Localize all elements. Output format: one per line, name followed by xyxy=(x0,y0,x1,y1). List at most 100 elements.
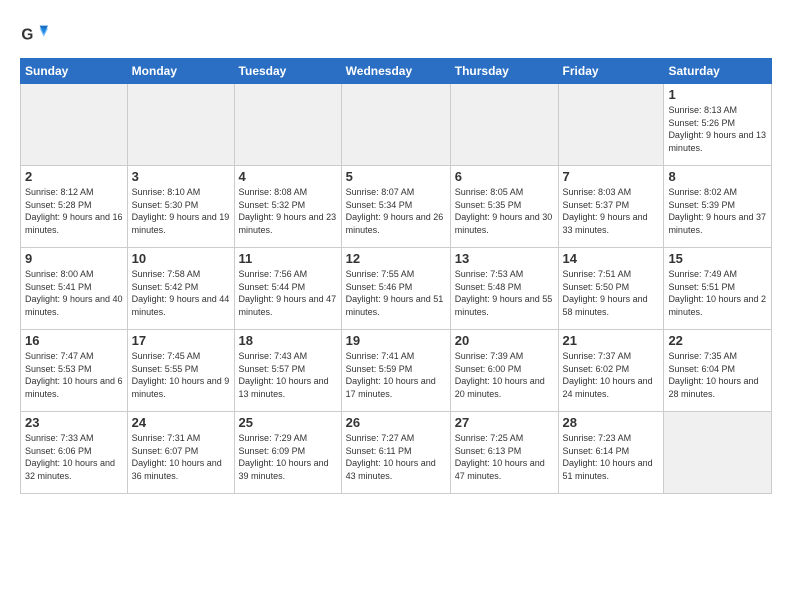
day-number: 22 xyxy=(668,333,767,348)
logo: G xyxy=(20,20,50,48)
day-info: Sunrise: 8:03 AM Sunset: 5:37 PM Dayligh… xyxy=(563,186,660,236)
day-info: Sunrise: 7:55 AM Sunset: 5:46 PM Dayligh… xyxy=(346,268,446,318)
day-number: 4 xyxy=(239,169,337,184)
day-info: Sunrise: 7:41 AM Sunset: 5:59 PM Dayligh… xyxy=(346,350,446,400)
day-number: 1 xyxy=(668,87,767,102)
calendar-cell: 9 Sunrise: 8:00 AM Sunset: 5:41 PM Daylig… xyxy=(21,248,128,330)
day-number: 8 xyxy=(668,169,767,184)
day-info: Sunrise: 7:23 AM Sunset: 6:14 PM Dayligh… xyxy=(563,432,660,482)
calendar-cell: 6 Sunrise: 8:05 AM Sunset: 5:35 PM Daylig… xyxy=(450,166,558,248)
day-info: Sunrise: 7:43 AM Sunset: 5:57 PM Dayligh… xyxy=(239,350,337,400)
calendar-cell: 2 Sunrise: 8:12 AM Sunset: 5:28 PM Daylig… xyxy=(21,166,128,248)
week-row-4: 16 Sunrise: 7:47 AM Sunset: 5:53 PM Dayli… xyxy=(21,330,772,412)
calendar-cell: 3 Sunrise: 8:10 AM Sunset: 5:30 PM Daylig… xyxy=(127,166,234,248)
day-info: Sunrise: 7:35 AM Sunset: 6:04 PM Dayligh… xyxy=(668,350,767,400)
day-number: 23 xyxy=(25,415,123,430)
calendar-cell xyxy=(234,84,341,166)
calendar-cell: 17 Sunrise: 7:45 AM Sunset: 5:55 PM Dayli… xyxy=(127,330,234,412)
week-row-3: 9 Sunrise: 8:00 AM Sunset: 5:41 PM Daylig… xyxy=(21,248,772,330)
day-info: Sunrise: 8:02 AM Sunset: 5:39 PM Dayligh… xyxy=(668,186,767,236)
day-number: 11 xyxy=(239,251,337,266)
day-info: Sunrise: 8:10 AM Sunset: 5:30 PM Dayligh… xyxy=(132,186,230,236)
weekday-header-sunday: Sunday xyxy=(21,59,128,84)
day-number: 5 xyxy=(346,169,446,184)
calendar-cell xyxy=(450,84,558,166)
day-number: 6 xyxy=(455,169,554,184)
calendar-cell: 5 Sunrise: 8:07 AM Sunset: 5:34 PM Daylig… xyxy=(341,166,450,248)
calendar-cell: 14 Sunrise: 7:51 AM Sunset: 5:50 PM Dayli… xyxy=(558,248,664,330)
calendar-cell: 15 Sunrise: 7:49 AM Sunset: 5:51 PM Dayli… xyxy=(664,248,772,330)
calendar: SundayMondayTuesdayWednesdayThursdayFrid… xyxy=(20,58,772,494)
day-number: 2 xyxy=(25,169,123,184)
weekday-header-tuesday: Tuesday xyxy=(234,59,341,84)
day-info: Sunrise: 7:25 AM Sunset: 6:13 PM Dayligh… xyxy=(455,432,554,482)
calendar-cell: 20 Sunrise: 7:39 AM Sunset: 6:00 PM Dayli… xyxy=(450,330,558,412)
day-info: Sunrise: 8:12 AM Sunset: 5:28 PM Dayligh… xyxy=(25,186,123,236)
calendar-cell xyxy=(341,84,450,166)
day-info: Sunrise: 8:07 AM Sunset: 5:34 PM Dayligh… xyxy=(346,186,446,236)
calendar-cell: 18 Sunrise: 7:43 AM Sunset: 5:57 PM Dayli… xyxy=(234,330,341,412)
logo-icon: G xyxy=(20,20,48,48)
weekday-header-saturday: Saturday xyxy=(664,59,772,84)
day-number: 27 xyxy=(455,415,554,430)
calendar-cell: 27 Sunrise: 7:25 AM Sunset: 6:13 PM Dayli… xyxy=(450,412,558,494)
day-number: 17 xyxy=(132,333,230,348)
weekday-header-friday: Friday xyxy=(558,59,664,84)
day-number: 18 xyxy=(239,333,337,348)
day-number: 24 xyxy=(132,415,230,430)
day-info: Sunrise: 7:39 AM Sunset: 6:00 PM Dayligh… xyxy=(455,350,554,400)
day-info: Sunrise: 7:31 AM Sunset: 6:07 PM Dayligh… xyxy=(132,432,230,482)
day-info: Sunrise: 8:05 AM Sunset: 5:35 PM Dayligh… xyxy=(455,186,554,236)
calendar-cell: 21 Sunrise: 7:37 AM Sunset: 6:02 PM Dayli… xyxy=(558,330,664,412)
day-info: Sunrise: 7:33 AM Sunset: 6:06 PM Dayligh… xyxy=(25,432,123,482)
calendar-cell: 22 Sunrise: 7:35 AM Sunset: 6:04 PM Dayli… xyxy=(664,330,772,412)
calendar-cell: 16 Sunrise: 7:47 AM Sunset: 5:53 PM Dayli… xyxy=(21,330,128,412)
day-info: Sunrise: 7:45 AM Sunset: 5:55 PM Dayligh… xyxy=(132,350,230,400)
day-info: Sunrise: 7:29 AM Sunset: 6:09 PM Dayligh… xyxy=(239,432,337,482)
day-number: 15 xyxy=(668,251,767,266)
weekday-header-monday: Monday xyxy=(127,59,234,84)
weekday-header-thursday: Thursday xyxy=(450,59,558,84)
day-number: 9 xyxy=(25,251,123,266)
calendar-cell: 7Sunrise: 8:03 AM Sunset: 5:37 PM Daylig… xyxy=(558,166,664,248)
day-number: 13 xyxy=(455,251,554,266)
calendar-cell xyxy=(21,84,128,166)
day-number: 19 xyxy=(346,333,446,348)
day-number: 25 xyxy=(239,415,337,430)
calendar-cell: 12Sunrise: 7:55 AM Sunset: 5:46 PM Dayli… xyxy=(341,248,450,330)
calendar-cell: 24 Sunrise: 7:31 AM Sunset: 6:07 PM Dayli… xyxy=(127,412,234,494)
calendar-header-row: SundayMondayTuesdayWednesdayThursdayFrid… xyxy=(21,59,772,84)
day-number: 16 xyxy=(25,333,123,348)
day-number: 28 xyxy=(563,415,660,430)
calendar-cell: 4 Sunrise: 8:08 AM Sunset: 5:32 PM Daylig… xyxy=(234,166,341,248)
day-info: Sunrise: 7:53 AM Sunset: 5:48 PM Dayligh… xyxy=(455,268,554,318)
calendar-cell: 11Sunrise: 7:56 AM Sunset: 5:44 PM Dayli… xyxy=(234,248,341,330)
calendar-cell: 1Sunrise: 8:13 AM Sunset: 5:26 PM Daylig… xyxy=(664,84,772,166)
day-number: 14 xyxy=(563,251,660,266)
header-area: G xyxy=(20,16,772,48)
day-info: Sunrise: 7:37 AM Sunset: 6:02 PM Dayligh… xyxy=(563,350,660,400)
day-info: Sunrise: 7:47 AM Sunset: 5:53 PM Dayligh… xyxy=(25,350,123,400)
day-info: Sunrise: 7:58 AM Sunset: 5:42 PM Dayligh… xyxy=(132,268,230,318)
week-row-2: 2 Sunrise: 8:12 AM Sunset: 5:28 PM Daylig… xyxy=(21,166,772,248)
week-row-1: 1Sunrise: 8:13 AM Sunset: 5:26 PM Daylig… xyxy=(21,84,772,166)
calendar-cell: 8 Sunrise: 8:02 AM Sunset: 5:39 PM Daylig… xyxy=(664,166,772,248)
day-number: 20 xyxy=(455,333,554,348)
day-number: 3 xyxy=(132,169,230,184)
day-number: 21 xyxy=(563,333,660,348)
weekday-header-wednesday: Wednesday xyxy=(341,59,450,84)
calendar-cell: 19 Sunrise: 7:41 AM Sunset: 5:59 PM Dayli… xyxy=(341,330,450,412)
day-info: Sunrise: 8:08 AM Sunset: 5:32 PM Dayligh… xyxy=(239,186,337,236)
calendar-cell xyxy=(664,412,772,494)
calendar-cell xyxy=(127,84,234,166)
calendar-cell: 25 Sunrise: 7:29 AM Sunset: 6:09 PM Dayli… xyxy=(234,412,341,494)
day-info: Sunrise: 7:49 AM Sunset: 5:51 PM Dayligh… xyxy=(668,268,767,318)
svg-text:G: G xyxy=(21,27,33,44)
calendar-cell: 26Sunrise: 7:27 AM Sunset: 6:11 PM Dayli… xyxy=(341,412,450,494)
calendar-cell xyxy=(558,84,664,166)
calendar-cell: 23 Sunrise: 7:33 AM Sunset: 6:06 PM Dayli… xyxy=(21,412,128,494)
day-number: 10 xyxy=(132,251,230,266)
day-info: Sunrise: 7:51 AM Sunset: 5:50 PM Dayligh… xyxy=(563,268,660,318)
day-info: Sunrise: 8:00 AM Sunset: 5:41 PM Dayligh… xyxy=(25,268,123,318)
day-info: Sunrise: 7:27 AM Sunset: 6:11 PM Dayligh… xyxy=(346,432,446,482)
